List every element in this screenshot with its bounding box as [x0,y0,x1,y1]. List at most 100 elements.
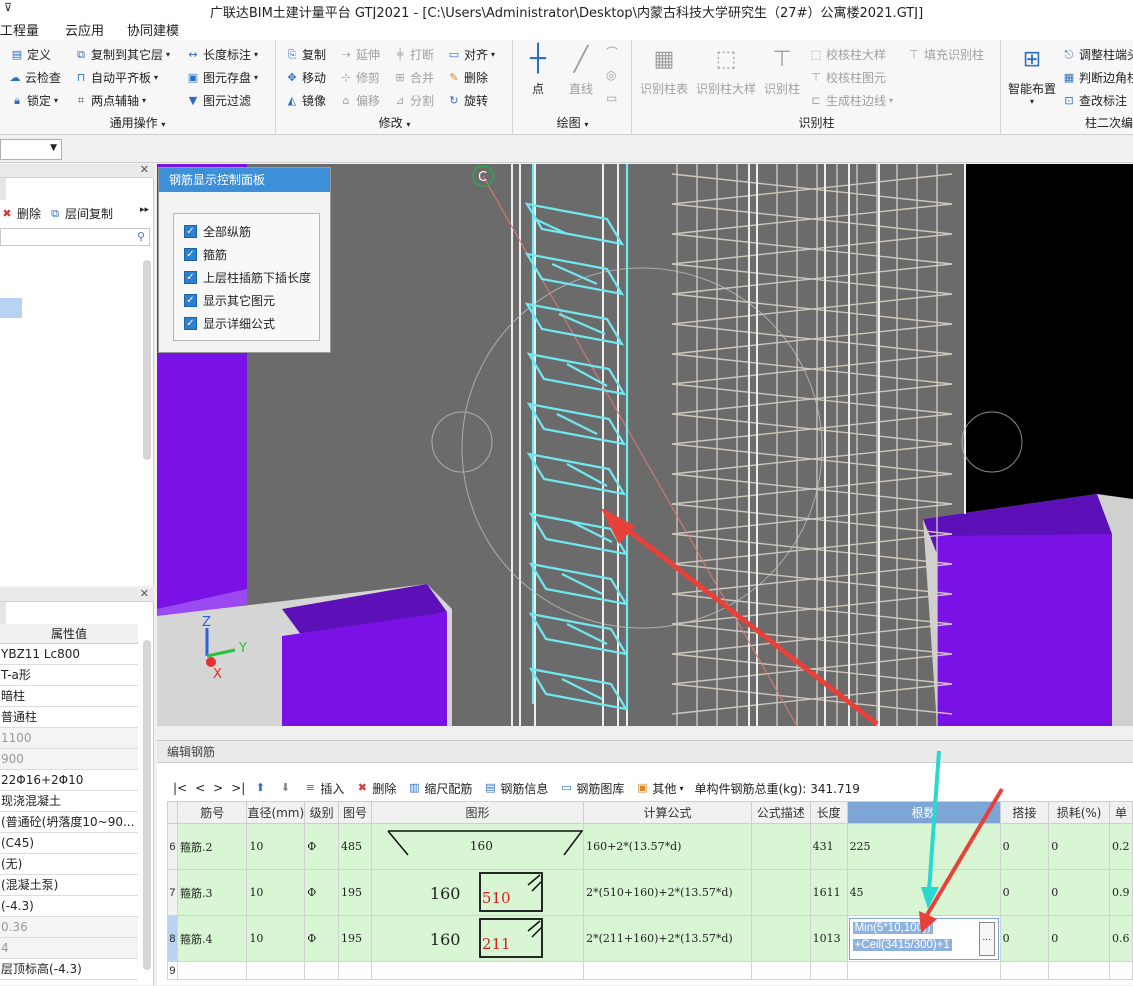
cloud-check-button[interactable]: ☁ 云检查 [8,69,62,86]
col-header-lap[interactable]: 搭接 [999,801,1050,824]
prop-section-area[interactable]: 0.36 [0,917,138,938]
cell-figure-no[interactable]: 195 [338,869,372,916]
cell-lap[interactable]: 0 [999,869,1050,916]
prop-pump-type[interactable]: (混凝土泵) [0,875,138,896]
copy-to-other-floor-button[interactable]: ⧉ 复制到其它层 ▾ [74,46,170,63]
col-header-bar-no[interactable]: 筋号 [176,801,248,824]
cell-loss[interactable]: 0 [1048,869,1110,916]
element-filter-button[interactable]: ▼ 图元过滤 [186,92,251,109]
checkbox-show-other-elements[interactable]: ✓ 显示其它图元 [184,292,275,309]
judge-corner-column-button[interactable]: ▦判断边角柱 [1062,69,1133,86]
checkbox-upper-dowel-length[interactable]: ✓ 上层柱插筋下插长度 [184,269,311,286]
auto-flush-slab-button[interactable]: ⊓ 自动平齐板 ▾ [74,69,158,86]
delete-button[interactable]: ✎ 删除 [447,69,488,86]
extend-button[interactable]: ⇢ 延伸 [339,46,380,63]
nav-last-button[interactable]: >| [231,781,245,795]
check-column-element-button[interactable]: ⊤ 校核柱图元 [809,69,886,86]
cell-formula[interactable]: 160+2*(13.57*d) [583,823,752,870]
prop-admixture[interactable]: (无) [0,854,138,875]
cell-unit-weight[interactable]: 0.9 [1108,869,1133,916]
scrollbar[interactable] [143,640,151,970]
prop-height[interactable]: 900 [0,749,138,770]
cell-shape[interactable]: 160 [370,823,585,870]
edit-annotation-button[interactable]: ⊡ 查改标注 [1062,92,1127,109]
identify-column-table-button[interactable]: ▦ 识别柱表 [637,46,691,97]
move-up-button[interactable]: ⬆ [253,781,267,795]
prop-concrete-type[interactable]: (普通砼(坍落度10~90... [0,812,138,833]
col-header-shape[interactable]: 图形 [370,801,585,824]
cell-formula-desc[interactable] [750,869,811,916]
checkbox-show-detail-formula[interactable]: ✓ 显示详细公式 [184,315,275,332]
check-column-detail-button[interactable]: ⬚ 校核柱大样 [809,46,886,63]
rotate-button[interactable]: ↻ 旋转 [447,92,488,109]
checkbox-all-longitudinal[interactable]: ✓ 全部纵筋 [184,223,251,240]
cell-formula[interactable]: 2*(510+160)+2*(13.57*d) [583,869,752,916]
fill-identify-column-button[interactable]: ⊤ 填充识别柱 [907,46,984,63]
prop-top-elevation[interactable]: 层顶标高(-4.3) [0,959,138,980]
cell-length[interactable]: 1611 [809,869,848,916]
insert-row-button[interactable]: ≡ 插入 [303,780,345,797]
save-element-button[interactable]: ▣ 图元存盘 ▾ [186,69,258,86]
table-row[interactable]: 6 箍筋.2 10 Φ 485 160 160+2*(13.57*d) 431 … [167,823,1133,870]
cell-figure-no[interactable]: 485 [338,823,372,870]
nav-prev-button[interactable]: < [195,781,205,795]
arc-icon[interactable]: ⌒ [606,44,618,61]
rebar-library-button[interactable]: ▭ 钢筋图库 [559,780,624,797]
cell-name[interactable]: 箍筋.3 [176,869,248,916]
prop-width[interactable]: 1100 [0,728,138,749]
smart-layout-button[interactable]: ⊞ 智能布置 ▾ [1006,46,1058,106]
cell-count-editing[interactable]: Min(5*10,100)) +Ceil(3415/300)+1 ... [846,915,1001,962]
table-row[interactable]: 8 箍筋.4 10 Φ 195 160 211 2*(211+160)+2*(1… [167,915,1133,962]
define-button[interactable]: ▤ 定义 [10,46,51,63]
cell-count[interactable]: 225 [846,823,1001,870]
cell-lap[interactable]: 0 [999,915,1050,962]
col-header-length[interactable]: 长度 [809,801,848,824]
cell-count[interactable]: 45 [846,869,1001,916]
two-point-axis-button[interactable]: ⌗ 两点辅轴 ▾ [74,92,146,109]
mirror-button[interactable]: ◭ 镜像 [285,92,326,109]
length-dim-button[interactable]: ↔ 长度标注 ▾ [186,46,258,63]
delete-element-button[interactable]: ✖ 删除 [0,205,41,222]
prop-rebar[interactable]: 22Φ16+2Φ10 [0,770,138,791]
align-button[interactable]: ▭ 对齐 ▾ [447,46,495,63]
other-menu-button[interactable]: ▣ 其他 ▾ [635,780,683,797]
scale-reinforce-button[interactable]: ▥ 缩尺配筋 [407,780,472,797]
table-row[interactable]: 7 箍筋.3 10 Φ 195 160 510 2*(510+160)+2*(1… [167,869,1133,916]
cell-formula-desc[interactable] [750,823,811,870]
cell-grade[interactable]: Φ [304,823,340,870]
copy-between-floors-button[interactable]: ⧉ 层间复制 [48,205,113,222]
rebar-info-button[interactable]: ▤ 钢筋信息 [483,780,548,797]
break-button[interactable]: ╪ 打断 [393,46,434,63]
formula-builder-button[interactable]: ... [978,921,995,956]
point-button[interactable]: ┼ 点 [522,44,554,97]
cell-length[interactable]: 1013 [809,915,848,962]
scrollbar[interactable] [143,260,151,460]
line-button[interactable]: ╱ 直线 [564,44,598,97]
prop-section-shape[interactable]: T-a形 [0,665,138,686]
prop-column-type[interactable]: 普通柱 [0,707,138,728]
cell-shape[interactable]: 160 211 [370,915,585,962]
offset-button[interactable]: ⌂ 偏移 [339,92,381,109]
more-icon[interactable]: ▸▸ [140,205,149,215]
menu-quantity[interactable]: 工程量 [0,20,52,39]
prop-pump-height[interactable]: (-4.3) [0,896,138,917]
cell-diameter[interactable]: 10 [246,915,306,962]
cell-unit-weight[interactable]: 0.6 [1108,915,1133,962]
cell-name[interactable]: 箍筋.2 [176,823,248,870]
menu-cloud-app[interactable]: 云应用 [52,20,117,39]
col-header-count[interactable]: 根数 [846,801,1001,824]
merge-button[interactable]: ⊞ 合并 [393,69,434,86]
table-row[interactable]: 9 [167,961,1133,980]
prop-perimeter[interactable]: 4 [0,938,138,959]
nav-next-button[interactable]: > [213,781,223,795]
cell-formula[interactable]: 2*(211+160)+2*(13.57*d) [583,915,752,962]
cell-loss[interactable]: 0 [1048,823,1110,870]
cell-unit-weight[interactable]: 0.2 [1108,823,1133,870]
floor-select[interactable]: ▼ [0,139,62,160]
trim-button[interactable]: ⊹ 修剪 [339,69,380,86]
prop-structure-type[interactable]: 暗柱 [0,686,138,707]
gen-column-edge-button[interactable]: ⊏ 生成柱边线 ▾ [809,92,893,109]
rect-icon[interactable]: ▭ [606,91,617,105]
menu-collab-modeling[interactable]: 协同建模 [117,20,192,39]
cell-formula-desc[interactable] [750,915,811,962]
